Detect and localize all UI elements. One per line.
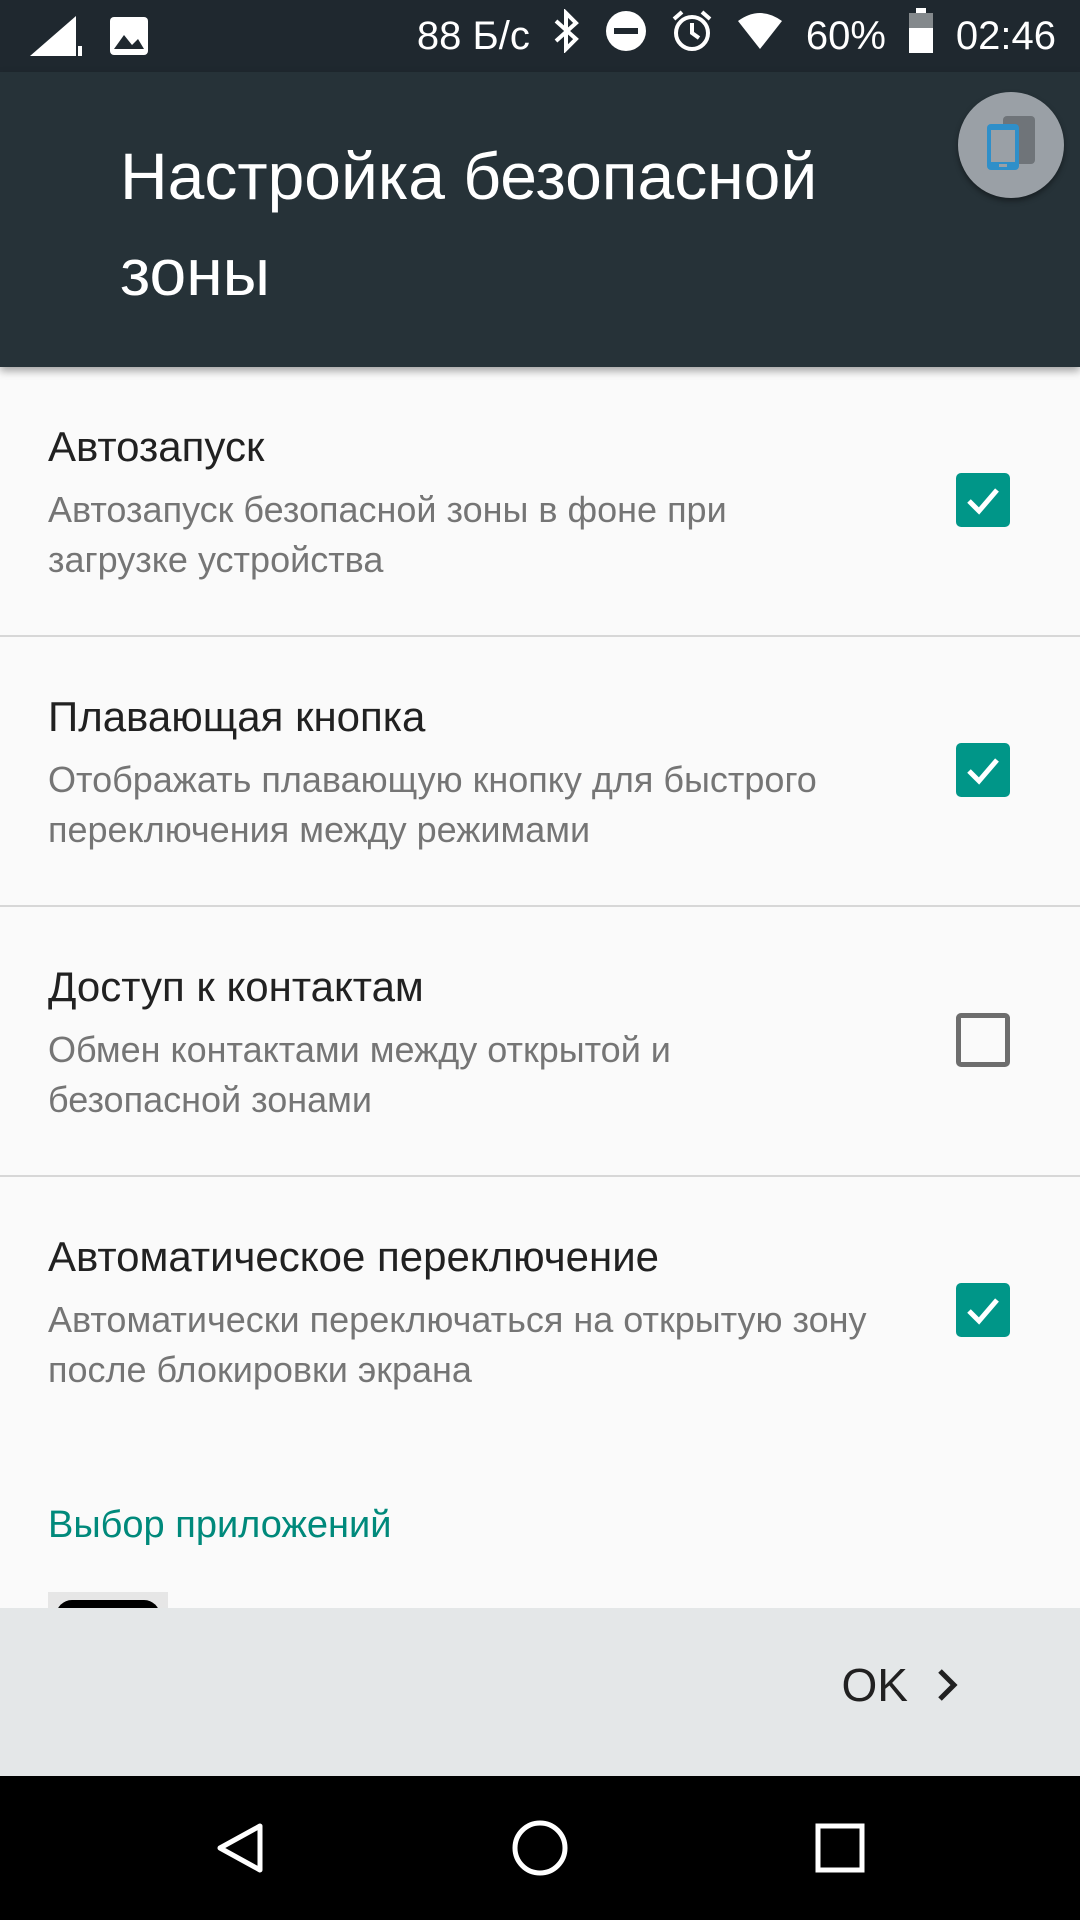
ok-button[interactable]: OK bbox=[842, 1658, 962, 1712]
setting-title: Автозапуск bbox=[48, 423, 265, 470]
battery-icon bbox=[908, 8, 934, 64]
home-icon bbox=[512, 1820, 568, 1876]
alarm-icon bbox=[670, 9, 714, 63]
battery-percent: 60% bbox=[805, 13, 886, 58]
chevron-right-icon bbox=[938, 1669, 958, 1701]
home-button[interactable] bbox=[508, 1816, 572, 1880]
auto-switch-checkbox[interactable] bbox=[956, 1283, 1010, 1337]
setting-title: Доступ к контактам bbox=[48, 963, 424, 1010]
setting-floating-button[interactable]: Плавающая кнопка Отображать плавающую кн… bbox=[0, 637, 1080, 907]
navigation-bar bbox=[0, 1776, 1080, 1920]
floating-button-checkbox[interactable] bbox=[956, 743, 1010, 797]
check-icon bbox=[967, 488, 999, 515]
bluetooth-icon bbox=[552, 8, 582, 63]
setting-contacts-access[interactable]: Доступ к контактам Обмен контактами межд… bbox=[0, 907, 1080, 1177]
settings-list: Автозапуск Автозапуск безопасной зоны в … bbox=[0, 367, 1080, 1447]
setting-description: Обмен контактами между открытой и безопа… bbox=[48, 1029, 671, 1120]
floating-switch-button[interactable] bbox=[958, 92, 1064, 198]
setting-description: Отображать плавающую кнопку для быстрого… bbox=[48, 759, 817, 850]
setting-description: Автоматически переключаться на открытую … bbox=[48, 1299, 867, 1390]
status-bar: 88 Б/с 60% 02:46 bbox=[0, 0, 1080, 72]
check-icon bbox=[967, 758, 999, 785]
switch-mode-icon bbox=[981, 112, 1041, 179]
signal-icon bbox=[28, 14, 84, 63]
back-icon bbox=[217, 1823, 263, 1873]
page-title: Настройка безопасной зоны bbox=[120, 139, 818, 309]
setting-title: Автоматическое переключение bbox=[48, 1233, 660, 1280]
autostart-checkbox[interactable] bbox=[956, 473, 1010, 527]
setting-title: Плавающая кнопка bbox=[48, 693, 426, 740]
app-bar: Настройка безопасной зоны bbox=[0, 72, 1080, 367]
ok-label: OK bbox=[841, 1659, 908, 1711]
setting-autostart[interactable]: Автозапуск Автозапуск безопасной зоны в … bbox=[0, 367, 1080, 637]
contacts-access-checkbox[interactable] bbox=[956, 1013, 1010, 1067]
check-icon bbox=[967, 1298, 999, 1325]
setting-auto-switch[interactable]: Автоматическое переключение Автоматическ… bbox=[0, 1177, 1080, 1447]
recents-button[interactable] bbox=[808, 1816, 872, 1880]
setting-description: Автозапуск безопасной зоны в фоне при за… bbox=[48, 489, 727, 580]
section-header-app-selection: Выбор приложений bbox=[48, 1504, 392, 1546]
image-icon bbox=[108, 15, 150, 62]
data-speed: 88 Б/с bbox=[416, 13, 530, 58]
recents-icon bbox=[815, 1823, 865, 1873]
bottom-action-bar: OK bbox=[0, 1608, 1080, 1776]
dnd-icon bbox=[604, 9, 648, 63]
back-button[interactable] bbox=[208, 1816, 272, 1880]
clock: 02:46 bbox=[955, 13, 1056, 58]
wifi-icon bbox=[736, 11, 784, 61]
